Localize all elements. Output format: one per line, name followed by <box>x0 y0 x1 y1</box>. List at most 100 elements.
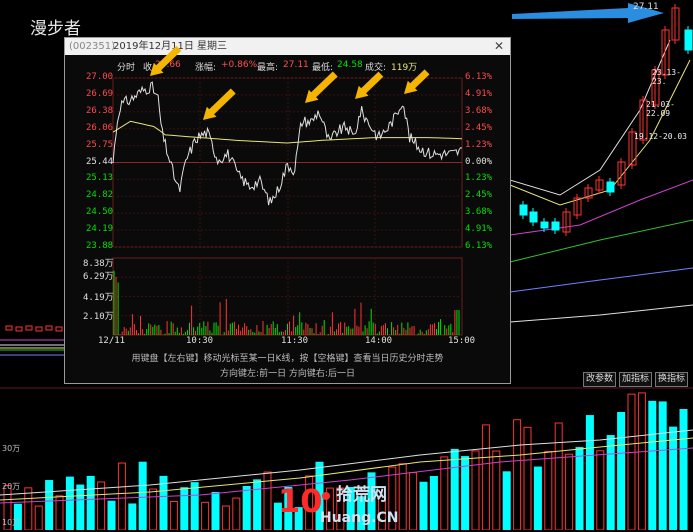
price-axis-label: 27.00 <box>86 72 114 82</box>
volume-bar <box>617 412 626 530</box>
volume-bar <box>97 481 106 530</box>
volume-bar <box>211 491 220 530</box>
volume-axis-label-1: 30万 <box>2 444 21 453</box>
yellow-arrow <box>203 88 236 120</box>
intraday-grid <box>112 77 463 336</box>
volume-bar <box>180 487 189 530</box>
volume-bar <box>190 482 199 530</box>
volume-bar <box>461 456 470 530</box>
volume-bar <box>45 480 54 530</box>
candlestick <box>35 326 43 332</box>
volume-bar <box>24 487 33 530</box>
volume-bar <box>669 426 678 530</box>
volume-bar <box>596 450 605 530</box>
volume-bar <box>76 484 85 530</box>
candlestick <box>551 221 560 231</box>
ma-line <box>509 304 693 323</box>
volume-bar <box>523 426 532 530</box>
intraday-chart[interactable] <box>65 38 510 383</box>
volume-bar <box>34 505 43 530</box>
percent-axis-label: 0.00% <box>465 156 493 167</box>
watermark-text: 拾荒网 <box>336 484 387 505</box>
volume-bar <box>502 471 511 530</box>
change-indicator-button[interactable]: 换指标 <box>655 372 689 387</box>
watermark-logo: 10 拾荒网 Huang.CN <box>278 482 398 526</box>
candlestick <box>55 326 63 332</box>
time-axis-label: 14:00 <box>365 336 393 346</box>
volume-axis-label: 8.38万 <box>83 259 114 269</box>
volume-bar <box>419 481 428 530</box>
candlestick <box>529 211 538 223</box>
price-axis-label: 24.50 <box>86 207 114 218</box>
add-indicator-button[interactable]: 加指标 <box>619 372 653 387</box>
price-axis-label: 24.19 <box>86 224 114 235</box>
candlestick <box>25 325 33 331</box>
volume-bar <box>637 392 646 530</box>
volume-bar <box>242 485 251 530</box>
price-axis-label: 24.82 <box>86 190 114 201</box>
volume-bar <box>533 466 542 530</box>
intraday-volume-bars <box>113 270 460 335</box>
volume-bar <box>107 500 116 530</box>
candlestick <box>540 221 549 229</box>
keyboard-hint: 用键盘【左右键】移动光标至某一日K线，按【空格键】查看当日历史分时走势 <box>131 354 444 364</box>
volume-bar <box>450 448 459 530</box>
range-label-1: 23.13-23. <box>652 68 681 86</box>
volume-bar <box>128 503 137 530</box>
volume-bar <box>648 400 657 530</box>
volume-bar <box>221 505 230 530</box>
time-axis-label: 15:00 <box>448 336 476 346</box>
volume-bar <box>627 393 636 530</box>
latest-high-price: 27.11 <box>633 2 659 12</box>
volume-bar <box>149 488 158 530</box>
price-axis-label: 26.69 <box>86 88 114 99</box>
price-axis-label: 23.88 <box>86 241 114 251</box>
volume-bar <box>65 476 74 530</box>
volume-bar <box>253 479 262 530</box>
volume-bar <box>544 450 553 530</box>
volume-bar <box>585 415 594 530</box>
percent-axis-label: 2.45% <box>465 190 493 201</box>
range-label-2: 21.03-22.09 <box>646 100 675 118</box>
volume-bar <box>554 422 563 530</box>
volume-bar <box>471 450 480 530</box>
price-axis-label: 25.75 <box>86 139 114 150</box>
yellow-arrow <box>150 45 182 76</box>
volume-bar <box>440 456 449 530</box>
percent-axis-label: 1.23% <box>465 139 493 150</box>
watermark-text: Huang.CN <box>320 510 398 526</box>
candlestick <box>684 29 693 51</box>
navigation-hint: 方向键左:前一日 方向键右:后一日 <box>220 369 355 379</box>
volume-axis-label-2: 20万 <box>2 482 21 491</box>
percent-axis-label: 4.91% <box>465 224 493 235</box>
candlestick <box>519 204 528 216</box>
volume-bar <box>169 500 178 530</box>
volume-axis-label: 4.19万 <box>83 293 114 303</box>
volume-bar <box>679 409 688 530</box>
volume-bar <box>513 419 522 530</box>
stock-name: 漫步者 <box>30 19 81 39</box>
volume-axis-label: 6.29万 <box>83 272 114 282</box>
candlestick <box>45 325 53 331</box>
volume-bar <box>117 462 126 530</box>
yellow-arrow-annotations <box>150 45 430 120</box>
yellow-arrow <box>404 69 430 94</box>
modify-params-button[interactable]: 改参数 <box>583 372 617 387</box>
volume-bar <box>201 501 210 530</box>
time-axis-label: 11:30 <box>281 336 309 346</box>
percent-axis-label: 3.68% <box>465 207 493 218</box>
intraday-history-popup[interactable]: (002351) 2019年12月11日 星期三 ✕ 分时 收 25.66 涨幅… <box>64 37 511 384</box>
volume-bar <box>138 461 147 530</box>
time-axis-label: 12/11 <box>98 336 126 346</box>
volume-bar <box>575 447 584 530</box>
volume-bar <box>429 476 438 530</box>
percent-axis-label: 4.91% <box>465 88 493 99</box>
volume-bar <box>159 475 168 530</box>
range-label-3: 19.12-20.03 <box>634 132 687 141</box>
price-axis-label: 26.06 <box>86 122 114 133</box>
volume-bar <box>232 497 241 530</box>
volume-bar <box>658 401 667 530</box>
volume-bar <box>606 435 615 530</box>
percent-axis-label: 2.45% <box>465 122 493 133</box>
percent-axis-label: 6.13% <box>465 241 493 251</box>
